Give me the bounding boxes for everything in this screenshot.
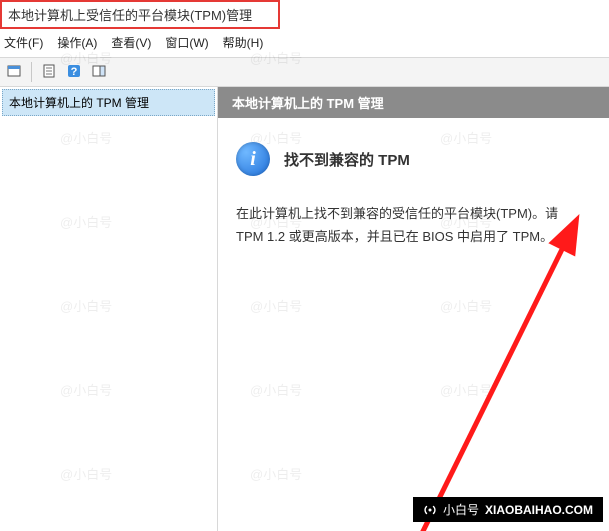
content-body: i 找不到兼容的 TPM 在此计算机上找不到兼容的受信任的平台模块(TPM)。请… <box>218 118 609 531</box>
status-row: i 找不到兼容的 TPM <box>236 142 591 176</box>
tree-root-item[interactable]: 本地计算机上的 TPM 管理 <box>2 89 215 116</box>
menu-file[interactable]: 文件(F) <box>4 34 43 51</box>
status-description: 在此计算机上找不到兼容的受信任的平台模块(TPM)。请 TPM 1.2 或更高版… <box>236 202 591 249</box>
desc-line-1: 在此计算机上找不到兼容的受信任的平台模块(TPM)。请 <box>236 206 558 221</box>
content-header-text: 本地计算机上的 TPM 管理 <box>232 96 384 111</box>
toolbar-new-window-button[interactable] <box>3 61 25 83</box>
workspace: 本地计算机上的 TPM 管理 本地计算机上的 TPM 管理 i 找不到兼容的 T… <box>0 87 609 531</box>
watermark-badge: 小白号 XIAOBAIHAO.COM <box>413 497 603 522</box>
badge-brand-domain: XIAOBAIHAO.COM <box>485 503 593 517</box>
toolbar-details-pane-button[interactable] <box>88 61 110 83</box>
tree-pane: 本地计算机上的 TPM 管理 <box>0 87 218 531</box>
menu-window[interactable]: 窗口(W) <box>165 34 208 51</box>
toolbar: ? <box>0 58 609 87</box>
broadcast-icon <box>423 503 437 517</box>
content-header: 本地计算机上的 TPM 管理 <box>218 87 609 118</box>
menu-action[interactable]: 操作(A) <box>57 34 97 51</box>
annotation-arrow <box>265 208 605 531</box>
menu-help[interactable]: 帮助(H) <box>223 34 264 51</box>
menu-bar: 文件(F) 操作(A) 查看(V) 窗口(W) 帮助(H) <box>0 29 609 58</box>
help-icon: ? <box>66 63 82 82</box>
details-pane-icon <box>91 63 107 82</box>
new-window-icon <box>6 63 22 82</box>
tree-root-label: 本地计算机上的 TPM 管理 <box>9 96 149 110</box>
properties-icon <box>41 63 57 82</box>
desc-line-2: TPM 1.2 或更高版本，并且已在 BIOS 中启用了 TPM。 <box>236 229 553 244</box>
toolbar-properties-button[interactable] <box>38 61 60 83</box>
menu-view[interactable]: 查看(V) <box>111 34 151 51</box>
window-title: 本地计算机上受信任的平台模块(TPM)管理 <box>8 8 252 23</box>
info-icon: i <box>236 142 270 176</box>
status-title: 找不到兼容的 TPM <box>284 149 410 170</box>
window-title-bar: 本地计算机上受信任的平台模块(TPM)管理 <box>0 0 280 29</box>
svg-text:?: ? <box>71 66 78 78</box>
toolbar-help-button[interactable]: ? <box>63 61 85 83</box>
content-pane: 本地计算机上的 TPM 管理 i 找不到兼容的 TPM 在此计算机上找不到兼容的… <box>218 87 609 531</box>
badge-brand-cn: 小白号 <box>443 501 479 518</box>
toolbar-separator <box>31 62 32 82</box>
